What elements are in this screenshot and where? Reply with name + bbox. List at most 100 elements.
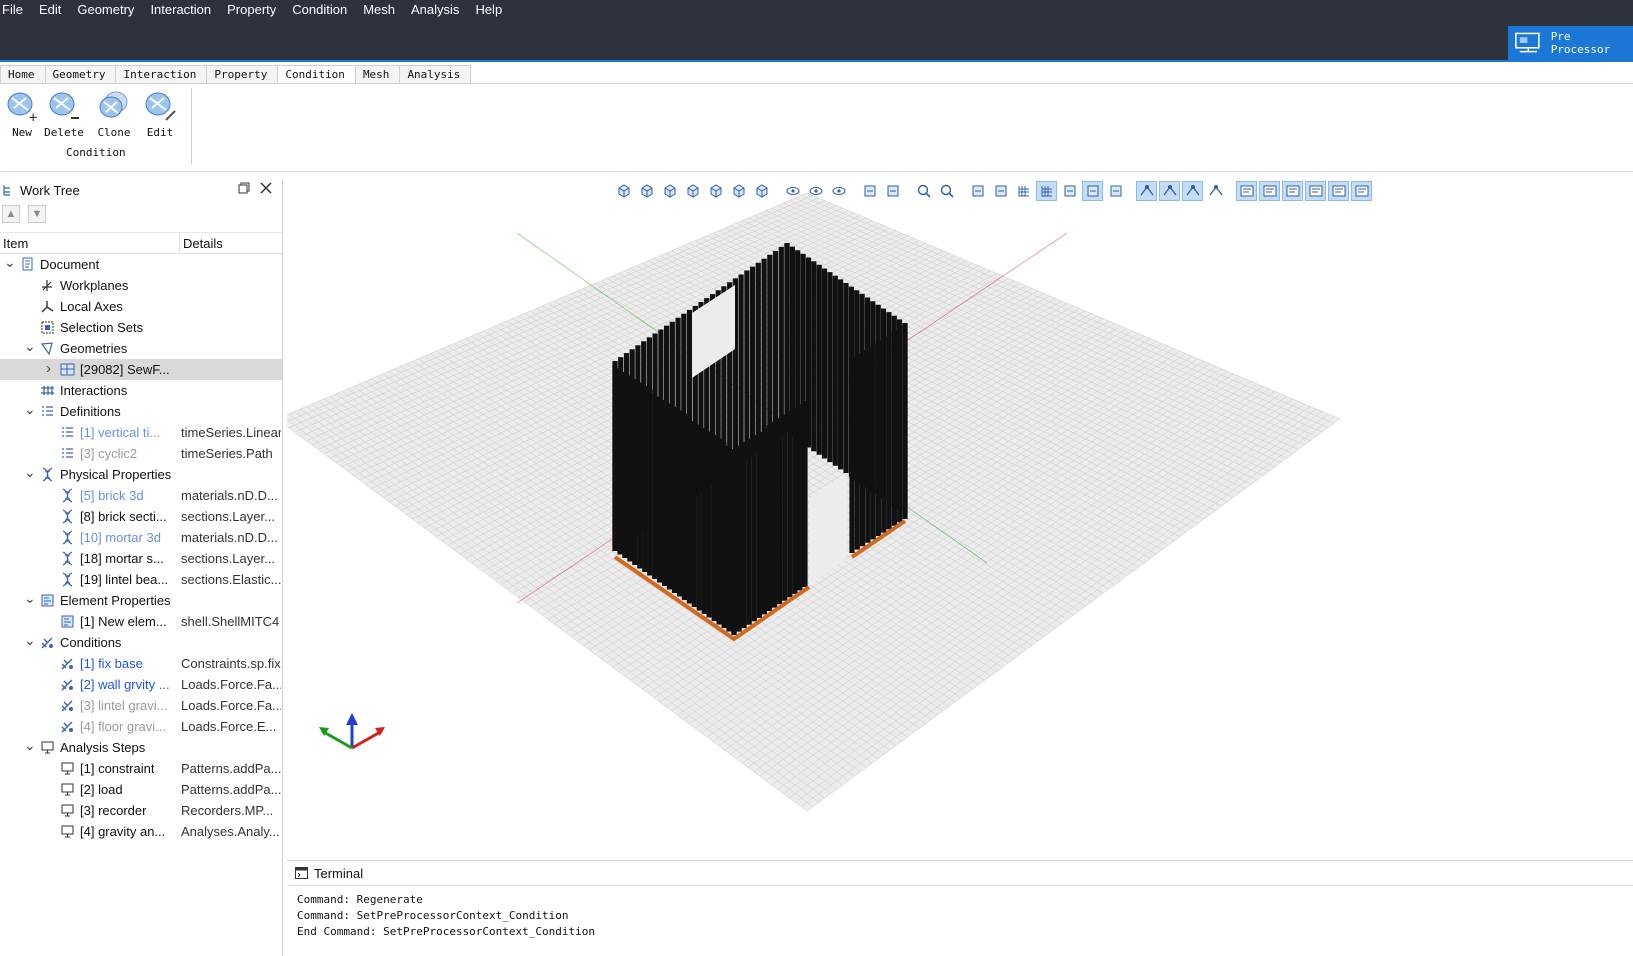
zoom-icon[interactable]	[936, 181, 957, 201]
menu-analysis[interactable]: Analysis	[411, 0, 467, 20]
view-right-icon[interactable]	[705, 181, 726, 201]
layout-4-icon[interactable]	[1305, 181, 1326, 201]
tree-row[interactable]: ⌄ Document	[0, 254, 282, 275]
view-bottom-icon[interactable]	[751, 181, 772, 201]
model-canvas[interactable]	[287, 173, 1633, 860]
dna-icon	[60, 551, 75, 566]
section-icon[interactable]	[882, 181, 903, 201]
collapse-caret-icon[interactable]: ⌄	[4, 254, 16, 270]
layout-1-icon[interactable]	[1236, 181, 1257, 201]
layout-2-icon[interactable]	[1259, 181, 1280, 201]
move-down-button[interactable]: ▼	[28, 205, 46, 223]
menu-geometry[interactable]: Geometry	[77, 0, 142, 20]
menu-interaction[interactable]: Interaction	[150, 0, 219, 20]
3d-viewport[interactable]	[287, 173, 1633, 860]
perspective-icon[interactable]	[859, 181, 880, 201]
menu-property[interactable]: Property	[227, 0, 284, 20]
tree-row[interactable]: Interactions	[0, 380, 282, 401]
tree-row[interactable]: [10] mortar 3d materials.nD.D...	[0, 527, 282, 548]
tree-row[interactable]: [2] load Patterns.addPa...	[0, 779, 282, 800]
display-faces-icon[interactable]	[1182, 181, 1203, 201]
hide-others-icon[interactable]	[828, 181, 849, 201]
collapse-caret-icon[interactable]: ⌄	[24, 590, 36, 606]
tab-analysis[interactable]: Analysis	[399, 65, 472, 83]
display-axes-icon[interactable]	[1205, 181, 1226, 201]
tree-row[interactable]: ⌄ Element Properties	[0, 590, 282, 611]
tree-row[interactable]: Local Axes	[0, 296, 282, 317]
tree-row[interactable]: [19] lintel bea... sections.Elastic...	[0, 569, 282, 590]
new-condition-button[interactable]: + New	[0, 90, 44, 139]
grid-active-icon[interactable]	[1036, 181, 1057, 201]
view-left-icon[interactable]	[682, 181, 703, 201]
tree-row[interactable]: [8] brick secti... sections.Layer...	[0, 506, 282, 527]
tree-row[interactable]: Selection Sets	[0, 317, 282, 338]
layout-6-icon[interactable]	[1351, 181, 1372, 201]
display-edges-icon[interactable]	[1159, 181, 1180, 201]
select-box-icon[interactable]	[1082, 181, 1103, 201]
show-icon[interactable]	[782, 181, 803, 201]
view-front-icon[interactable]	[636, 181, 657, 201]
tree-row[interactable]: [4] gravity an... Analyses.Analy...	[0, 821, 282, 842]
tree-row[interactable]: ⌄ Definitions	[0, 401, 282, 422]
menu-help[interactable]: Help	[475, 0, 510, 20]
layout-5-icon[interactable]	[1328, 181, 1349, 201]
measure-icon[interactable]	[990, 181, 1011, 201]
float-panel-icon[interactable]	[238, 182, 250, 194]
edit-condition-button[interactable]: Edit	[138, 90, 182, 139]
column-header-item[interactable]: Item	[0, 233, 180, 253]
tree-row[interactable]: [1] New elem... shell.ShellMITC4	[0, 611, 282, 632]
terminal-output[interactable]: Command: Regenerate Command: SetPreProces…	[287, 885, 1633, 940]
tree-row[interactable]: [18] mortar s... sections.Layer...	[0, 548, 282, 569]
grid-icon[interactable]	[1013, 181, 1034, 201]
layout-3-icon[interactable]	[1282, 181, 1303, 201]
tree-row[interactable]: [1] vertical ti... timeSeries.Linear	[0, 422, 282, 443]
tree-row[interactable]: ⌄ Analysis Steps	[0, 737, 282, 758]
tree-row[interactable]: Workplanes	[0, 275, 282, 296]
view-back-icon[interactable]	[659, 181, 680, 201]
menu-mesh[interactable]: Mesh	[363, 0, 403, 20]
menu-edit[interactable]: Edit	[39, 0, 69, 20]
zoom-fit-icon[interactable]	[913, 181, 934, 201]
tab-property[interactable]: Property	[206, 65, 279, 83]
tab-home[interactable]: Home	[0, 65, 46, 83]
collapse-caret-icon[interactable]: ⌄	[24, 737, 36, 753]
tree-row[interactable]: ⌄ Physical Properties	[0, 464, 282, 485]
tree-row[interactable]: [5] brick 3d materials.nD.D...	[0, 485, 282, 506]
tree-row[interactable]: [1] fix base Constraints.sp.fix	[0, 653, 282, 674]
tree-row[interactable]: ⌄ Geometries	[0, 338, 282, 359]
screenshot-icon[interactable]	[967, 181, 988, 201]
expand-caret-icon[interactable]: ›	[46, 360, 56, 377]
close-panel-icon[interactable]	[260, 182, 272, 194]
tree-row[interactable]: [1] constraint Patterns.addPa...	[0, 758, 282, 779]
tree-row[interactable]: › [29082] SewF...	[0, 359, 282, 380]
collapse-caret-icon[interactable]: ⌄	[24, 632, 36, 648]
tab-condition[interactable]: Condition	[277, 65, 356, 83]
delete-condition-button[interactable]: Delete	[42, 90, 86, 139]
axes-toggle-icon[interactable]	[1059, 181, 1080, 201]
collapse-caret-icon[interactable]: ⌄	[24, 464, 36, 480]
collapse-caret-icon[interactable]: ⌄	[24, 401, 36, 417]
tree-row[interactable]: [3] cyclic2 timeSeries.Path	[0, 443, 282, 464]
tab-mesh[interactable]: Mesh	[354, 65, 401, 83]
tab-geometry[interactable]: Geometry	[44, 65, 117, 83]
select-poly-icon[interactable]	[1105, 181, 1126, 201]
pre-processor-mode-button[interactable]: Pre Processor	[1508, 26, 1633, 60]
move-up-button[interactable]: ▲	[2, 205, 20, 223]
tree-row[interactable]: [2] wall grvity ... Loads.Force.Fa...	[0, 674, 282, 695]
view-top-icon[interactable]	[728, 181, 749, 201]
column-header-details[interactable]: Details	[180, 236, 223, 251]
collapse-caret-icon[interactable]: ⌄	[24, 338, 36, 354]
clone-condition-icon	[99, 91, 128, 118]
hide-icon[interactable]	[805, 181, 826, 201]
clone-condition-button[interactable]: Clone	[92, 90, 136, 139]
tree-row[interactable]: ⌄ Conditions	[0, 632, 282, 653]
menu-file[interactable]: File	[0, 0, 31, 20]
display-nodes-icon[interactable]	[1136, 181, 1157, 201]
tree-row[interactable]: [3] lintel gravi... Loads.Force.Fa...	[0, 695, 282, 716]
view-iso-icon[interactable]	[613, 181, 634, 201]
tab-interaction[interactable]: Interaction	[115, 65, 208, 83]
tree-row[interactable]: [4] floor gravi... Loads.Force.E...	[0, 716, 282, 737]
tree-row[interactable]: [3] recorder Recorders.MP...	[0, 800, 282, 821]
menu-condition[interactable]: Condition	[292, 0, 355, 20]
tree-item-label: [19] lintel bea...	[80, 572, 169, 587]
